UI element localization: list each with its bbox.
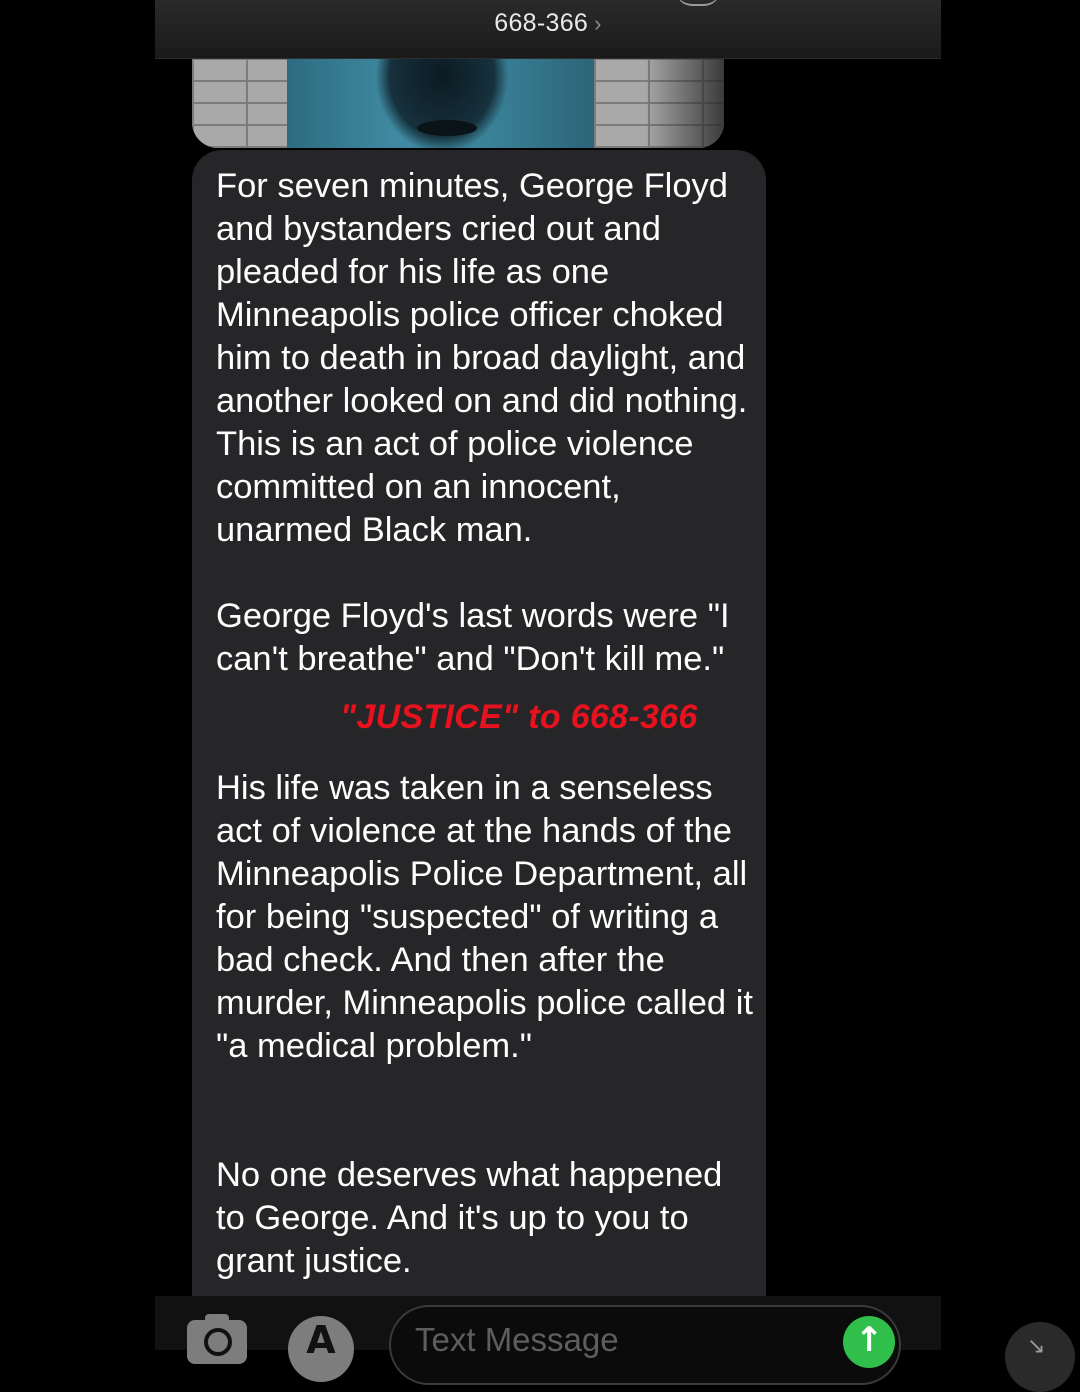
app-store-icon[interactable]: A (288, 1316, 354, 1382)
message-paragraph: George Floyd's last words were "I can't … (216, 597, 730, 678)
app-store-glyph: A (306, 1318, 336, 1362)
message-paragraph: His life was taken in a senseless act of… (216, 769, 753, 1065)
photo-mouth (417, 120, 477, 136)
photo-face (287, 58, 597, 148)
corner-overlay-button[interactable]: ↘ (1005, 1322, 1075, 1392)
contact-title[interactable]: 668-366 › (155, 9, 941, 38)
text-message-placeholder: Text Message (415, 1321, 619, 1358)
camera-icon[interactable] (187, 1314, 247, 1364)
send-button[interactable]: ↑ (843, 1316, 895, 1368)
photo-brick-wall-left (192, 58, 297, 148)
message-paragraph: For seven minutes, George Floyd and byst… (216, 167, 748, 549)
contact-name[interactable]: 668-366 (494, 9, 588, 37)
arrow-up-icon: ↑ (854, 1320, 884, 1360)
contact-avatar[interactable] (676, 0, 720, 6)
conversation-header: 668-366 › (155, 0, 941, 59)
justice-caption-overlay: "JUSTICE" to 668-366 (340, 698, 698, 736)
message-paragraph: No one deserves what happened to George.… (216, 1156, 723, 1280)
chevron-right-icon: › (594, 11, 602, 36)
photo-shadow (644, 58, 724, 148)
image-message[interactable] (192, 58, 724, 148)
text-message-input[interactable]: Text Message (389, 1305, 901, 1385)
arrow-down-right-icon: ↘ (1027, 1334, 1046, 1359)
